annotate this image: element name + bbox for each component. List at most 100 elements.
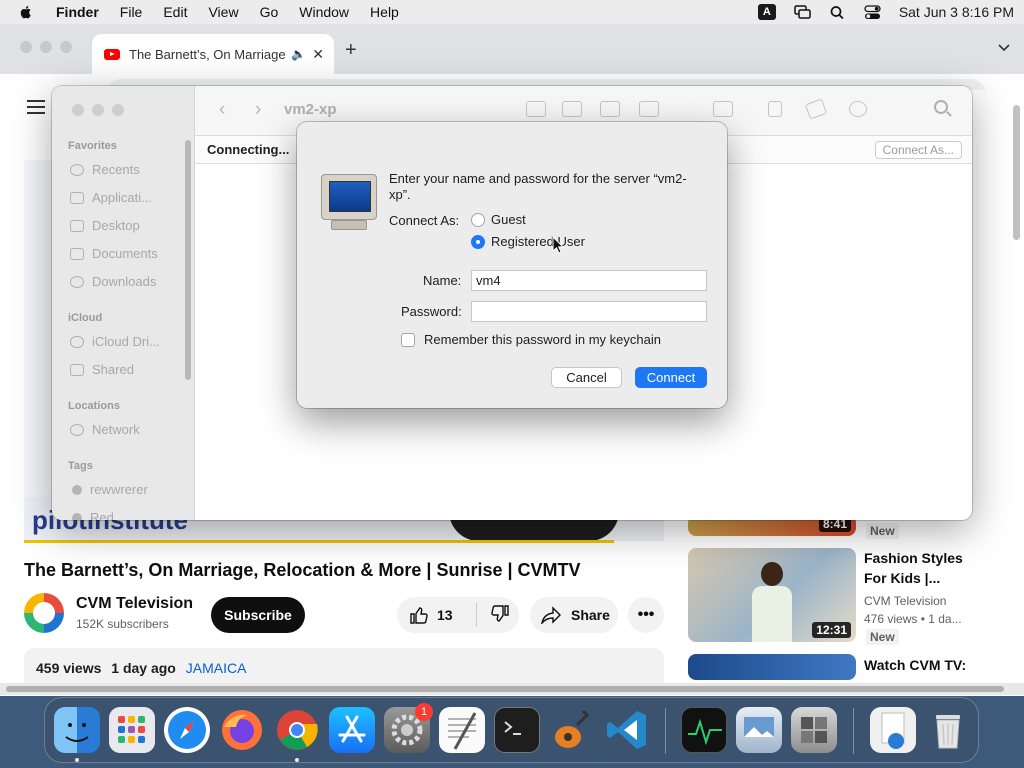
screen-mirroring-icon[interactable] bbox=[794, 4, 811, 20]
hashtag-link[interactable]: JAMAICA bbox=[186, 660, 247, 676]
menu-window[interactable]: Window bbox=[299, 4, 349, 20]
sidebar-scrollbar[interactable] bbox=[185, 140, 191, 380]
guest-radio[interactable]: Guest bbox=[471, 212, 526, 227]
remember-password-checkbox[interactable]: Remember this password in my keychain bbox=[401, 332, 661, 347]
spotlight-search-icon[interactable] bbox=[829, 5, 846, 20]
share-icon[interactable] bbox=[768, 101, 782, 117]
firefox-icon[interactable] bbox=[219, 707, 265, 753]
like-button[interactable]: 13 bbox=[397, 603, 477, 627]
sidebar-item-desktop[interactable]: Desktop bbox=[70, 218, 140, 233]
apple-menu-icon[interactable] bbox=[18, 4, 34, 20]
menu-edit[interactable]: Edit bbox=[163, 4, 187, 20]
sidebar-video-thumbnail[interactable]: 12:31 bbox=[688, 548, 856, 642]
connect-button[interactable]: Connect bbox=[635, 367, 707, 388]
tab-close-icon[interactable]: ✕ bbox=[312, 46, 324, 63]
new-tab-button[interactable]: + bbox=[345, 39, 357, 62]
vscode-icon[interactable] bbox=[604, 707, 650, 753]
subscribe-button[interactable]: Subscribe bbox=[211, 597, 305, 633]
boot-camp-icon[interactable] bbox=[791, 707, 837, 753]
downloads-stack-icon[interactable] bbox=[870, 707, 916, 753]
back-chevron-icon[interactable]: ‹ bbox=[219, 99, 225, 121]
sidebar-video-title[interactable]: Watch CVM TV: bbox=[864, 655, 974, 675]
menu-view[interactable]: View bbox=[208, 4, 238, 20]
safari-icon[interactable] bbox=[164, 707, 210, 753]
sidebar-video-thumbnail[interactable] bbox=[688, 654, 856, 680]
radio-button-off[interactable] bbox=[471, 212, 485, 227]
column-view-icon[interactable] bbox=[600, 101, 620, 117]
sidebar-item-network[interactable]: Network bbox=[70, 422, 140, 437]
cancel-button[interactable]: Cancel bbox=[551, 367, 622, 388]
name-field[interactable] bbox=[471, 270, 707, 291]
description-box[interactable]: 459 views 1 day ago JAMAICA bbox=[24, 648, 664, 688]
finder-zoom-dot[interactable] bbox=[112, 104, 124, 116]
input-source-icon[interactable]: A bbox=[757, 4, 776, 20]
section-locations: Locations bbox=[68, 400, 120, 412]
browser-minimize-dot[interactable] bbox=[40, 41, 52, 53]
channel-name[interactable]: CVM Television bbox=[76, 595, 193, 613]
applications-icon bbox=[70, 191, 84, 204]
finder-icon[interactable] bbox=[54, 707, 100, 753]
preview-icon[interactable] bbox=[736, 707, 782, 753]
sidebar-item-label: Downloads bbox=[92, 274, 157, 289]
tag-icon[interactable] bbox=[804, 98, 828, 120]
sidebar-item-downloads[interactable]: Downloads bbox=[70, 274, 156, 289]
icon-view-icon[interactable] bbox=[526, 101, 546, 117]
tab-youtube[interactable]: The Barnett’s, On Marriage 🔈 ✕ bbox=[92, 34, 334, 74]
sidebar-item-documents[interactable]: Documents bbox=[70, 246, 158, 261]
sidebar-item-applications[interactable]: Applicati... bbox=[70, 190, 152, 205]
menubar-clock[interactable]: Sat Jun 3 8:16 PM bbox=[899, 4, 1014, 20]
textedit-icon[interactable] bbox=[439, 707, 485, 753]
server-computer-icon bbox=[321, 174, 377, 232]
group-by-icon[interactable] bbox=[713, 101, 733, 117]
registered-user-radio[interactable]: Registered User bbox=[471, 234, 585, 249]
share-button[interactable]: Share bbox=[530, 597, 618, 633]
menu-file[interactable]: File bbox=[120, 4, 143, 20]
terminal-icon[interactable] bbox=[494, 707, 540, 753]
sidebar-video-channel[interactable]: CVM Television bbox=[864, 594, 946, 608]
chevron-down-icon[interactable] bbox=[998, 42, 1010, 54]
app-store-icon[interactable] bbox=[329, 707, 375, 753]
share-label: Share bbox=[571, 607, 610, 623]
connect-as-button[interactable]: Connect As... bbox=[874, 141, 962, 159]
thumbs-down-icon bbox=[491, 604, 509, 622]
password-field[interactable] bbox=[471, 301, 707, 322]
trash-icon[interactable] bbox=[925, 707, 971, 753]
sidebar-video-meta: 476 views • 1 da... bbox=[864, 612, 962, 626]
finder-minimize-dot[interactable] bbox=[92, 104, 104, 116]
dislike-button[interactable] bbox=[477, 604, 510, 627]
browser-close-dot[interactable] bbox=[20, 41, 32, 53]
audio-playing-icon[interactable]: 🔈 bbox=[291, 47, 306, 61]
sidebar-item-label: Applicati... bbox=[92, 190, 152, 205]
radio-button-on[interactable] bbox=[471, 234, 485, 249]
gallery-view-icon[interactable] bbox=[639, 101, 659, 117]
forward-chevron-icon[interactable]: › bbox=[255, 99, 261, 121]
garageband-icon[interactable] bbox=[549, 707, 595, 753]
search-icon[interactable] bbox=[934, 100, 948, 114]
list-view-icon[interactable] bbox=[562, 101, 582, 117]
sidebar-item-icloud-drive[interactable]: iCloud Dri... bbox=[70, 334, 160, 349]
horizontal-scrollbar[interactable] bbox=[0, 683, 1024, 695]
page-scrollbar[interactable] bbox=[1013, 105, 1020, 240]
menu-go[interactable]: Go bbox=[260, 4, 279, 20]
sidebar-item-tag[interactable]: rewwrerer bbox=[70, 482, 148, 497]
checkbox-unchecked[interactable] bbox=[401, 332, 415, 347]
sidebar-item-tag[interactable]: Red bbox=[70, 510, 114, 520]
menu-app-name[interactable]: Finder bbox=[56, 4, 99, 20]
chrome-icon[interactable] bbox=[274, 707, 320, 753]
menu-help[interactable]: Help bbox=[370, 4, 399, 20]
launchpad-icon[interactable] bbox=[109, 707, 155, 753]
more-actions-button[interactable]: ••• bbox=[628, 597, 664, 633]
channel-avatar[interactable] bbox=[24, 593, 64, 633]
sidebar-item-shared[interactable]: Shared bbox=[70, 362, 134, 377]
control-center-icon[interactable] bbox=[864, 4, 881, 20]
browser-zoom-dot[interactable] bbox=[60, 41, 72, 53]
activity-monitor-icon[interactable] bbox=[681, 707, 727, 753]
hamburger-menu-icon[interactable] bbox=[27, 100, 45, 114]
sidebar-video-title[interactable]: Fashion Styles For Kids |... bbox=[864, 548, 974, 588]
video-title: The Barnett’s, On Marriage, Relocation &… bbox=[24, 560, 581, 580]
finder-close-dot[interactable] bbox=[72, 104, 84, 116]
more-actions-icon[interactable] bbox=[849, 101, 867, 117]
video-progress-bar[interactable] bbox=[24, 540, 614, 543]
sidebar-item-recents[interactable]: Recents bbox=[70, 162, 140, 177]
section-favorites: Favorites bbox=[68, 140, 117, 152]
